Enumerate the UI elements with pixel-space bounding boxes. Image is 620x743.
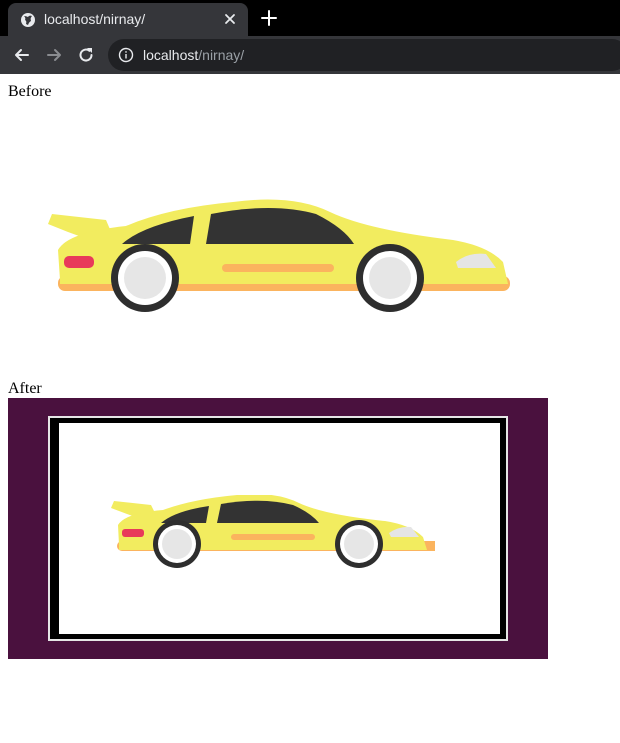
car-tail-light xyxy=(64,256,94,268)
car-tail-light xyxy=(122,529,144,537)
address-bar[interactable]: localhost/nirnay/ xyxy=(108,39,620,71)
page-content: Before After xyxy=(0,74,620,743)
url-path: /nirnay/ xyxy=(198,47,245,63)
car-side-stripe xyxy=(231,534,315,540)
reload-icon[interactable] xyxy=(76,45,96,65)
globe-icon xyxy=(21,13,35,27)
browser-toolbar: localhost/nirnay/ xyxy=(0,36,620,74)
arrow-left-icon[interactable] xyxy=(12,45,32,65)
tab-title: localhost/nirnay/ xyxy=(44,11,146,27)
after-car-image xyxy=(111,495,435,568)
after-image-frame xyxy=(50,418,506,639)
car-front-window xyxy=(217,500,319,523)
close-icon[interactable] xyxy=(222,11,238,27)
address-url: localhost/nirnay/ xyxy=(143,46,244,64)
plus-icon[interactable] xyxy=(260,9,278,27)
url-host: localhost xyxy=(143,47,199,63)
tab-strip: localhost/nirnay/ xyxy=(0,0,620,36)
car-side-stripe xyxy=(222,264,334,272)
arrow-right-icon[interactable] xyxy=(44,45,64,65)
after-image xyxy=(8,398,548,659)
browser-tab[interactable]: localhost/nirnay/ xyxy=(8,3,248,36)
before-car-image xyxy=(48,199,510,312)
before-label: Before xyxy=(8,83,52,100)
info-icon[interactable] xyxy=(118,47,134,63)
after-label: After xyxy=(8,380,42,397)
